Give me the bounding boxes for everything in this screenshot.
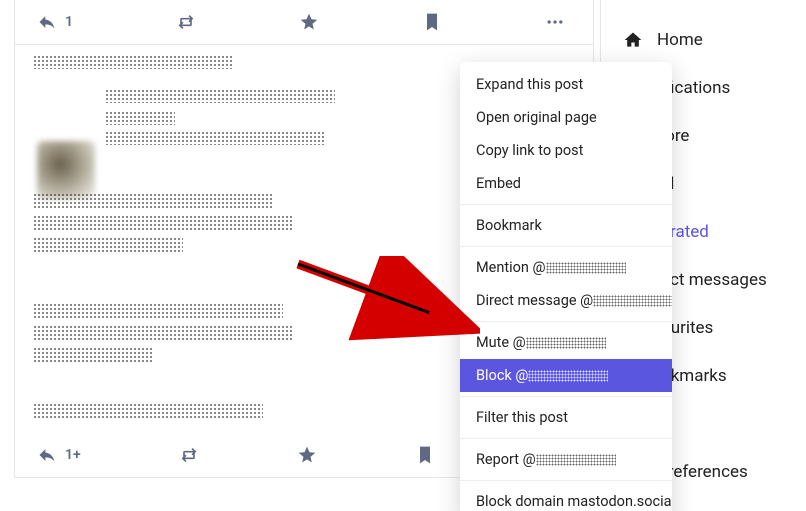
menu-item-label: Filter this post bbox=[476, 409, 568, 426]
menu-item[interactable]: Embed bbox=[460, 167, 672, 200]
more-button[interactable] bbox=[545, 12, 565, 32]
menu-separator bbox=[460, 204, 672, 205]
menu-item[interactable]: Mention @ bbox=[460, 251, 672, 284]
menu-item[interactable]: Direct message @ bbox=[460, 284, 672, 317]
redacted-text bbox=[105, 111, 175, 125]
reply-count: 1+ bbox=[65, 447, 81, 463]
favourite-button[interactable] bbox=[297, 445, 317, 465]
favourite-button[interactable] bbox=[299, 12, 319, 32]
bookmark-button[interactable] bbox=[415, 445, 435, 465]
nav-item-label: ect messages bbox=[661, 270, 767, 290]
redacted-text bbox=[33, 403, 263, 419]
boost-icon bbox=[179, 445, 199, 465]
redacted-text bbox=[33, 347, 153, 363]
redacted-text bbox=[105, 131, 325, 145]
menu-separator bbox=[460, 246, 672, 247]
menu-separator bbox=[460, 321, 672, 322]
bookmark-icon bbox=[415, 445, 435, 465]
redacted-text bbox=[33, 237, 183, 253]
menu-item-label: Bookmark bbox=[476, 217, 542, 234]
menu-item-label: Embed bbox=[476, 175, 521, 192]
menu-item[interactable]: Expand this post bbox=[460, 68, 672, 101]
reply-count: 1 bbox=[65, 14, 73, 30]
post-context-menu: Expand this post Open original page Copy l… bbox=[460, 62, 672, 511]
star-icon bbox=[299, 12, 319, 32]
post: 1 bbox=[14, 0, 594, 45]
menu-separator bbox=[460, 438, 672, 439]
menu-item-label: Expand this post bbox=[476, 76, 583, 93]
bookmark-icon bbox=[422, 12, 442, 32]
menu-item-label: Report @ bbox=[476, 451, 536, 468]
nav-item[interactable]: Home bbox=[601, 16, 806, 64]
boost-icon bbox=[176, 12, 196, 32]
boost-button[interactable] bbox=[176, 12, 196, 32]
menu-item[interactable]: Block domain mastodon.social bbox=[460, 485, 672, 511]
avatar bbox=[37, 141, 95, 199]
menu-item-label: Block domain mastodon.social bbox=[476, 493, 672, 510]
redacted-handle bbox=[528, 370, 608, 382]
redacted-text bbox=[33, 325, 293, 341]
menu-separator bbox=[460, 396, 672, 397]
redacted-text bbox=[33, 193, 273, 209]
star-icon bbox=[297, 445, 317, 465]
menu-item[interactable]: Copy link to post bbox=[460, 134, 672, 167]
menu-item[interactable]: Bookmark bbox=[460, 209, 672, 242]
post-action-bar: 1 bbox=[15, 0, 593, 44]
menu-item-label: Copy link to post bbox=[476, 142, 583, 159]
home-icon bbox=[623, 30, 643, 50]
redacted-handle bbox=[546, 262, 626, 274]
reply-button[interactable]: 1 bbox=[37, 12, 73, 32]
menu-item[interactable]: Filter this post bbox=[460, 401, 672, 434]
menu-item[interactable]: Open original page bbox=[460, 101, 672, 134]
reply-icon bbox=[37, 12, 57, 32]
menu-item[interactable]: Report @ bbox=[460, 443, 672, 476]
menu-item[interactable]: Block @ bbox=[460, 359, 672, 392]
redacted-handle bbox=[526, 337, 606, 349]
menu-item-label: Mute @ bbox=[476, 334, 526, 351]
menu-item-label: Block @ bbox=[476, 367, 528, 384]
menu-separator bbox=[460, 480, 672, 481]
ellipsis-icon bbox=[545, 12, 565, 32]
boost-button[interactable] bbox=[179, 445, 199, 465]
nav-item-label: Home bbox=[657, 30, 703, 50]
redacted-text bbox=[33, 55, 233, 69]
menu-item-label: Direct message @ bbox=[476, 292, 593, 309]
redacted-text bbox=[105, 89, 335, 103]
redacted-handle bbox=[593, 295, 672, 307]
bookmark-button[interactable] bbox=[422, 12, 442, 32]
reply-button[interactable]: 1+ bbox=[37, 445, 81, 465]
redacted-text bbox=[33, 215, 293, 231]
redacted-handle bbox=[536, 454, 616, 466]
menu-item[interactable]: Mute @ bbox=[460, 326, 672, 359]
reply-icon bbox=[37, 445, 57, 465]
menu-item-label: Mention @ bbox=[476, 259, 546, 276]
menu-item-label: Open original page bbox=[476, 109, 597, 126]
redacted-text bbox=[33, 303, 283, 319]
